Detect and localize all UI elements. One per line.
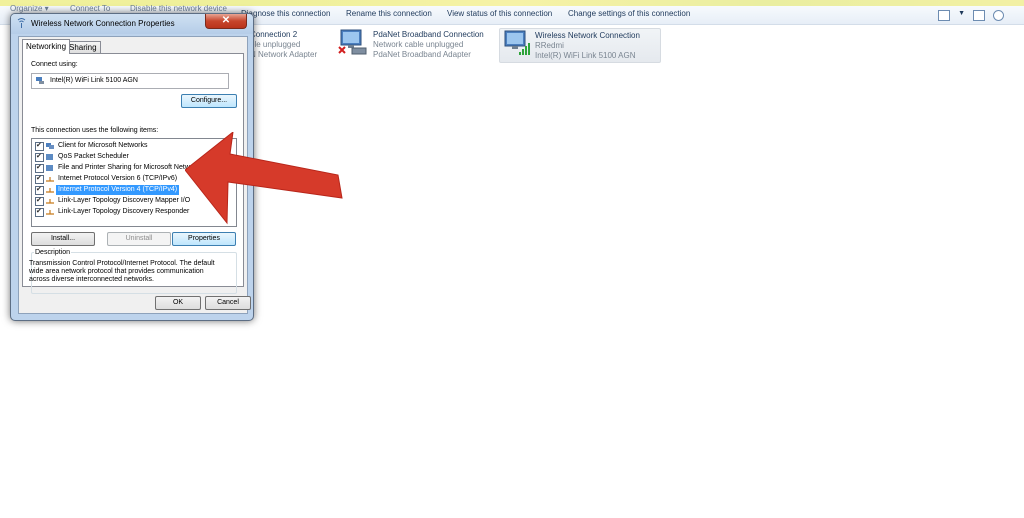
checkbox[interactable] xyxy=(35,152,44,162)
install-button[interactable]: Install... xyxy=(31,232,95,246)
ok-button[interactable]: OK xyxy=(155,296,201,310)
wireless-connection-item[interactable]: Wireless Network Connection RRedmi Intel… xyxy=(499,28,661,63)
pdanet-connection-item[interactable]: PdaNet Broadband Connection Network cabl… xyxy=(338,28,488,61)
rename-button[interactable]: Rename this connection xyxy=(346,9,432,18)
tab-networking[interactable]: Networking xyxy=(22,39,71,54)
wireless-adapter-icon xyxy=(504,30,530,55)
connect-using-label: Connect using: xyxy=(31,61,78,68)
connection-name: Connection 2 xyxy=(250,30,298,39)
item-label: QoS Packet Scheduler xyxy=(58,153,129,160)
dialog-titlebar[interactable]: Wireless Network Connection Properties ✕ xyxy=(11,14,253,34)
connection-adapter: N Network Adapter xyxy=(250,50,318,59)
description-label: Description xyxy=(34,249,72,256)
cancel-button[interactable]: Cancel xyxy=(205,296,251,310)
protocol-icon xyxy=(46,199,54,204)
dialog-title: Wireless Network Connection Properties xyxy=(31,19,175,28)
change-settings-button[interactable]: Change settings of this connection xyxy=(568,9,690,18)
checkbox[interactable] xyxy=(35,141,44,151)
connection-status: Network cable unplugged xyxy=(373,40,464,49)
connection-status: ble unplugged xyxy=(250,40,301,49)
protocol-icon xyxy=(46,177,54,182)
item-label: Client for Microsoft Networks xyxy=(58,142,148,149)
organize-button[interactable]: Organize ▾ xyxy=(10,4,49,13)
item-label: Internet Protocol Version 4 (TCP/IPv4) xyxy=(56,185,180,195)
red-arrow-annotation xyxy=(185,132,343,225)
adapter-field: Intel(R) WiFi Link 5100 AGN xyxy=(31,73,229,89)
items-label: This connection uses the following items… xyxy=(31,127,159,134)
item-label: Internet Protocol Version 6 (TCP/IPv6) xyxy=(58,175,178,182)
connection-name: PdaNet Broadband Connection xyxy=(373,30,484,39)
view-status-button[interactable]: View status of this connection xyxy=(447,9,552,18)
checkbox[interactable] xyxy=(35,174,44,184)
chevron-down-icon[interactable]: ▼ xyxy=(958,10,965,21)
item-label: Link-Layer Topology Discovery Responder xyxy=(58,208,190,215)
description-text: Transmission Control Protocol/Internet P… xyxy=(29,260,215,283)
adapter-name: Intel(R) WiFi Link 5100 AGN xyxy=(50,77,138,84)
diagnose-button[interactable]: Diagnose this connection xyxy=(241,9,330,18)
client-icon xyxy=(46,143,54,149)
disable-device-button[interactable]: Disable this network device xyxy=(130,4,227,13)
properties-button[interactable]: Properties xyxy=(172,232,236,246)
protocol-icon xyxy=(46,210,54,215)
wireless-icon xyxy=(17,18,26,28)
connection-status: RRedmi xyxy=(535,41,564,50)
connection-adapter: PdaNet Broadband Adapter xyxy=(373,50,471,59)
uninstall-button[interactable]: Uninstall xyxy=(107,232,171,246)
connection-adapter: Intel(R) WiFi Link 5100 AGN xyxy=(535,51,636,60)
checkbox[interactable] xyxy=(35,196,44,206)
checkbox[interactable] xyxy=(35,163,44,173)
item-label: File and Printer Sharing for Microsoft N… xyxy=(58,164,204,171)
adapter-icon xyxy=(36,77,44,84)
checkbox[interactable] xyxy=(35,207,44,217)
preview-pane-icon[interactable] xyxy=(973,10,985,21)
network-adapter-icon xyxy=(338,29,367,55)
connection-name: Wireless Network Connection xyxy=(535,31,640,40)
checkbox[interactable] xyxy=(35,185,44,195)
connect-to-button[interactable]: Connect To xyxy=(70,4,110,13)
protocol-icon xyxy=(46,188,54,193)
help-icon[interactable] xyxy=(993,10,1004,21)
view-options-icon[interactable] xyxy=(938,10,951,21)
close-button[interactable]: ✕ xyxy=(205,14,247,29)
service-icon xyxy=(46,165,53,171)
configure-button[interactable]: Configure... xyxy=(181,94,237,108)
item-label: Link-Layer Topology Discovery Mapper I/O xyxy=(58,197,191,204)
service-icon xyxy=(46,154,53,160)
close-icon: ✕ xyxy=(221,15,231,26)
